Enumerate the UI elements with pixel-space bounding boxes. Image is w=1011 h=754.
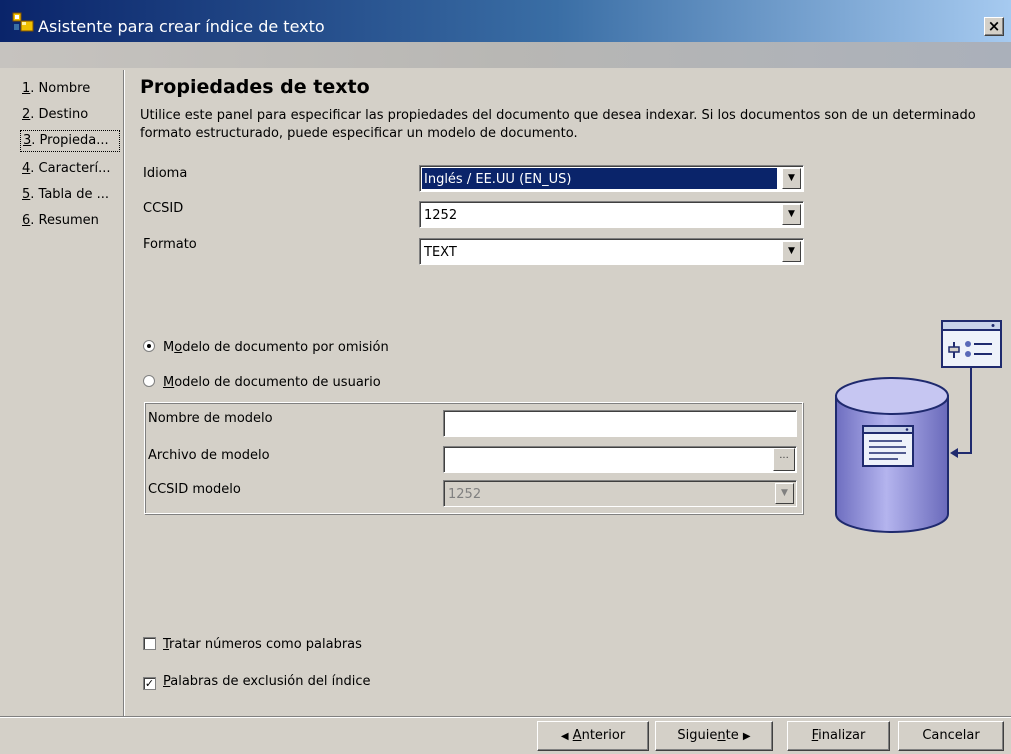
sidebar-item-destino[interactable]: 2. Destino bbox=[20, 104, 120, 126]
sidebar-item-propiedades[interactable]: 3. Propieda... bbox=[20, 130, 120, 152]
sidebar-item-tabla[interactable]: 5. Tabla de ... bbox=[20, 184, 120, 206]
idioma-select[interactable]: Inglés / EE.UU (EN_US) ▼ bbox=[419, 165, 804, 192]
page-description: Utilice este panel para especificar las … bbox=[140, 108, 976, 141]
chevron-down-icon[interactable]: ▼ bbox=[782, 241, 801, 262]
idioma-label: Idioma bbox=[143, 166, 188, 181]
arrow-left-icon: ◀ bbox=[560, 731, 569, 742]
close-icon: × bbox=[987, 17, 1001, 35]
model-ccsid-select: 1252 ▼ bbox=[443, 480, 797, 507]
title-stripe bbox=[0, 42, 1011, 68]
back-button[interactable]: ◀ Anterior bbox=[537, 721, 649, 751]
model-file-label: Archivo de modelo bbox=[148, 448, 270, 463]
footer-divider bbox=[0, 716, 1011, 718]
database-illustration bbox=[835, 320, 1002, 533]
model-name-input[interactable] bbox=[443, 410, 797, 437]
model-file-input[interactable]: ... bbox=[443, 446, 797, 473]
idioma-value: Inglés / EE.UU (EN_US) bbox=[422, 168, 777, 189]
next-button[interactable]: Siguiente ▶ bbox=[655, 721, 773, 751]
user-model-radio[interactable]: Modelo de documento de usuario bbox=[143, 375, 381, 390]
numbers-as-words-checkbox[interactable]: Tratar números como palabras bbox=[143, 637, 362, 652]
chevron-down-icon[interactable]: ▼ bbox=[782, 168, 801, 189]
window-title: Asistente para crear índice de texto bbox=[38, 17, 325, 36]
arrow-right-icon: ▶ bbox=[742, 731, 751, 742]
ccsid-value: 1252 bbox=[424, 208, 458, 223]
model-name-label: Nombre de modelo bbox=[148, 411, 273, 426]
sidebar-item-caracteristicas[interactable]: 4. Caracterí... bbox=[20, 158, 120, 180]
title-bar: Asistente para crear índice de texto × bbox=[0, 0, 1011, 42]
chevron-down-icon: ▼ bbox=[775, 483, 794, 504]
database-icon bbox=[835, 377, 949, 533]
page-title: Propiedades de texto bbox=[140, 76, 370, 98]
sidebar-item-resumen[interactable]: 6. Resumen bbox=[20, 210, 120, 232]
model-ccsid-value: 1252 bbox=[448, 487, 482, 502]
sidebar-divider bbox=[123, 70, 125, 718]
radio-unselected-icon bbox=[143, 375, 155, 387]
wizard-app-icon bbox=[12, 12, 34, 32]
formato-select[interactable]: TEXT ▼ bbox=[419, 238, 804, 265]
default-model-radio[interactable]: Modelo de documento por omisión bbox=[143, 340, 389, 355]
radio-selected-icon bbox=[143, 340, 155, 352]
chevron-down-icon[interactable]: ▼ bbox=[782, 204, 801, 225]
browse-button[interactable]: ... bbox=[773, 448, 795, 471]
cancel-button[interactable]: Cancelar bbox=[898, 721, 1004, 751]
model-ccsid-label: CCSID modelo bbox=[148, 482, 241, 497]
formato-label: Formato bbox=[143, 237, 197, 252]
checkbox-unchecked-icon bbox=[143, 637, 156, 650]
finish-button[interactable]: Finalizar bbox=[787, 721, 890, 751]
close-button[interactable]: × bbox=[984, 17, 1004, 36]
formato-value: TEXT bbox=[424, 245, 457, 260]
sidebar-item-nombre[interactable]: 1. Nombre bbox=[20, 78, 120, 100]
ccsid-select[interactable]: 1252 ▼ bbox=[419, 201, 804, 228]
ccsid-label: CCSID bbox=[143, 201, 184, 216]
checkmark-icon: ✓ bbox=[143, 677, 156, 690]
stop-words-checkbox[interactable]: ✓ Palabras de exclusión del índice bbox=[143, 674, 370, 690]
settings-window-icon bbox=[941, 320, 1002, 368]
